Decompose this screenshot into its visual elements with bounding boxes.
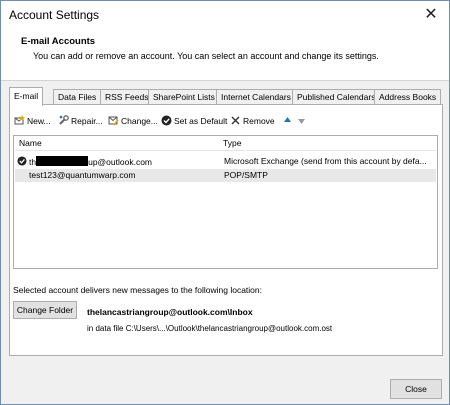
set-default-label: Set as Default: [174, 115, 228, 126]
section-title: E-mail Accounts: [21, 36, 96, 47]
change-icon: [108, 116, 119, 126]
tab-rss-feeds[interactable]: RSS Feeds: [100, 89, 154, 105]
new-label: New...: [27, 115, 51, 126]
arrow-down-icon: [298, 119, 305, 124]
account-list[interactable]: Name Type th up@outlook.com Microsoft Exc…: [13, 135, 438, 269]
tab-published-calendars[interactable]: Published Calendars: [292, 89, 381, 105]
tab-address-books[interactable]: Address Books: [374, 89, 442, 105]
delivery-location: thelancastriangroup@outlook.com\Inbox: [87, 307, 253, 317]
tab-sharepoint-lists[interactable]: SharePoint Lists: [148, 89, 220, 105]
table-row[interactable]: th up@outlook.com Microsoft Exchange (sen…: [15, 155, 436, 168]
checkmark-circle-icon: [161, 115, 172, 126]
close-icon[interactable]: ✕: [421, 5, 441, 25]
change-label: Change...: [121, 115, 158, 126]
tab-email[interactable]: E-mail: [9, 87, 44, 106]
move-down-button[interactable]: [296, 115, 309, 126]
new-button[interactable]: New...: [14, 115, 51, 126]
data-file-path: in data file C:\Users\...\Outlook\thelan…: [87, 324, 333, 333]
email-tab-panel: New... Repair... Change... Set as Defaul…: [9, 104, 443, 356]
section-description: You can add or remove an account. You ca…: [33, 51, 379, 61]
account-name: test123@quantumwarp.com: [29, 170, 136, 180]
tab-internet-calendars[interactable]: Internet Calendars: [216, 89, 296, 105]
account-type: Microsoft Exchange (send from this accou…: [224, 156, 427, 166]
change-button[interactable]: Change...: [108, 115, 158, 126]
account-name-suffix: up@outlook.com: [88, 157, 153, 167]
repair-label: Repair...: [71, 115, 103, 126]
remove-button[interactable]: Remove: [230, 115, 275, 126]
header-divider: [15, 150, 436, 151]
window-title: Account Settings: [9, 8, 100, 22]
remove-x-icon: [231, 116, 240, 125]
delivery-message: Selected account delivers new messages t…: [13, 285, 263, 295]
account-toolbar: New... Repair... Change... Set as Defaul…: [14, 115, 434, 129]
account-type: POP/SMTP: [224, 170, 268, 180]
account-name: th up@outlook.com: [29, 156, 152, 167]
column-header-type[interactable]: Type: [223, 138, 241, 148]
change-folder-button[interactable]: Change Folder: [13, 301, 77, 319]
set-default-button[interactable]: Set as Default: [161, 115, 227, 126]
table-row[interactable]: test123@quantumwarp.com POP/SMTP: [15, 169, 436, 182]
arrow-up-icon: [284, 117, 291, 122]
title-bar: Account Settings ✕: [1, 1, 449, 31]
column-header-name[interactable]: Name: [19, 138, 42, 148]
default-account-check-icon: [17, 156, 27, 166]
repair-icon: [59, 115, 69, 125]
redaction-bar: [36, 156, 89, 166]
move-up-button[interactable]: [282, 115, 295, 126]
new-account-icon: [14, 115, 25, 125]
account-settings-window: Account Settings ✕ E-mail Accounts You c…: [0, 0, 450, 405]
account-name-prefix: th: [29, 157, 37, 167]
remove-label: Remove: [243, 115, 275, 126]
repair-button[interactable]: Repair...: [58, 115, 103, 126]
close-button[interactable]: Close: [390, 379, 442, 399]
tab-data-files[interactable]: Data Files: [53, 89, 102, 105]
header-panel: E-mail Accounts You can add or remove an…: [1, 31, 449, 81]
